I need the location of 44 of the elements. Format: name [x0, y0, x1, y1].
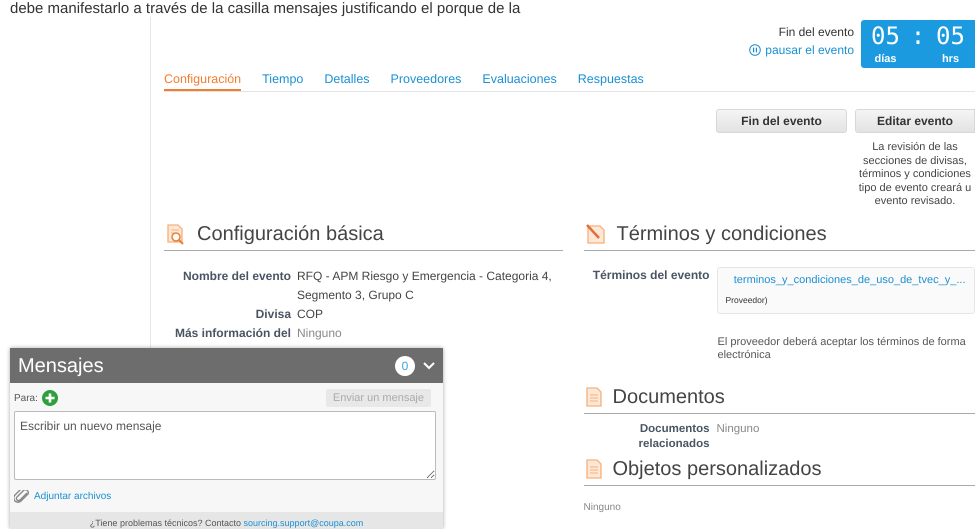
field-label: Divisa [254, 306, 291, 322]
file-link[interactable]: terminos_y_condiciones_de_uso_de_tvec_y_... [734, 272, 966, 288]
terms-note: El proveedor deberá aceptar los términos de forma electrónica [718, 336, 967, 362]
attach-link[interactable]: Adjuntar archivos [34, 489, 112, 504]
field-label: Nombre del evento [182, 268, 291, 284]
heading-text: debe manifestarlo a través de la casilla mensajes justificando el porque de la [10, 0, 522, 17]
message-count: 0 [395, 356, 415, 376]
field-label: Documentos relacionados [638, 422, 710, 452]
document-icon [584, 458, 602, 480]
field-value: Ninguno [716, 422, 760, 437]
pause-icon [749, 44, 762, 56]
section-title: Términos y condiciones [616, 222, 827, 246]
field-value: Ninguno [584, 500, 622, 515]
field-value: RFQ - APM Riesgo y Emergencia - Categoria 4, Segmento 3, Grupo C [297, 268, 553, 304]
message-field[interactable]: Escribir un nuevo mensaje [14, 411, 436, 480]
tab[interactable]: Configuración [164, 72, 242, 91]
tab[interactable]: Respuestas [578, 72, 644, 91]
paperclip-icon [14, 490, 30, 504]
edit-note: La revisión de las secciones de divisas, términos y condiciones tipo de evento creará u evento revisado. [858, 141, 972, 208]
status-label: Fin del evento [778, 24, 854, 41]
action-button[interactable]: Fin del evento [716, 109, 847, 133]
countdown-timer: 05 : 05 días hrs [861, 20, 975, 68]
section-title: Configuración básica [197, 222, 384, 246]
file-note: Proveedor) [726, 294, 769, 307]
chevron-down-icon[interactable] [423, 362, 435, 370]
field-value: COP [297, 306, 324, 322]
field-value: Ninguno [297, 324, 342, 342]
tab[interactable]: Proveedores [390, 72, 462, 91]
help-text: ¿Tiene problemas técnicos? Contacto [90, 518, 242, 528]
recipient-label: Para: [14, 392, 38, 406]
support-email-link[interactable]: sourcing.support@coupa.com [244, 518, 364, 528]
section-title: Documentos [612, 385, 725, 410]
tab[interactable]: Detalles [324, 72, 370, 91]
document-pen-icon [584, 223, 606, 245]
pause-link[interactable]: pausar el evento [749, 41, 854, 59]
field-label: Términos del evento [592, 266, 710, 284]
section-title: Objetos personalizados [612, 457, 822, 482]
tab[interactable]: Tiempo [262, 72, 304, 91]
document-icon [584, 386, 602, 408]
field-label: Más información del [174, 324, 291, 342]
add-icon[interactable] [42, 390, 58, 406]
panel-title: Mensajes [18, 354, 105, 378]
tab[interactable]: Evaluaciones [482, 72, 557, 91]
action-button[interactable]: Editar evento [855, 109, 975, 133]
